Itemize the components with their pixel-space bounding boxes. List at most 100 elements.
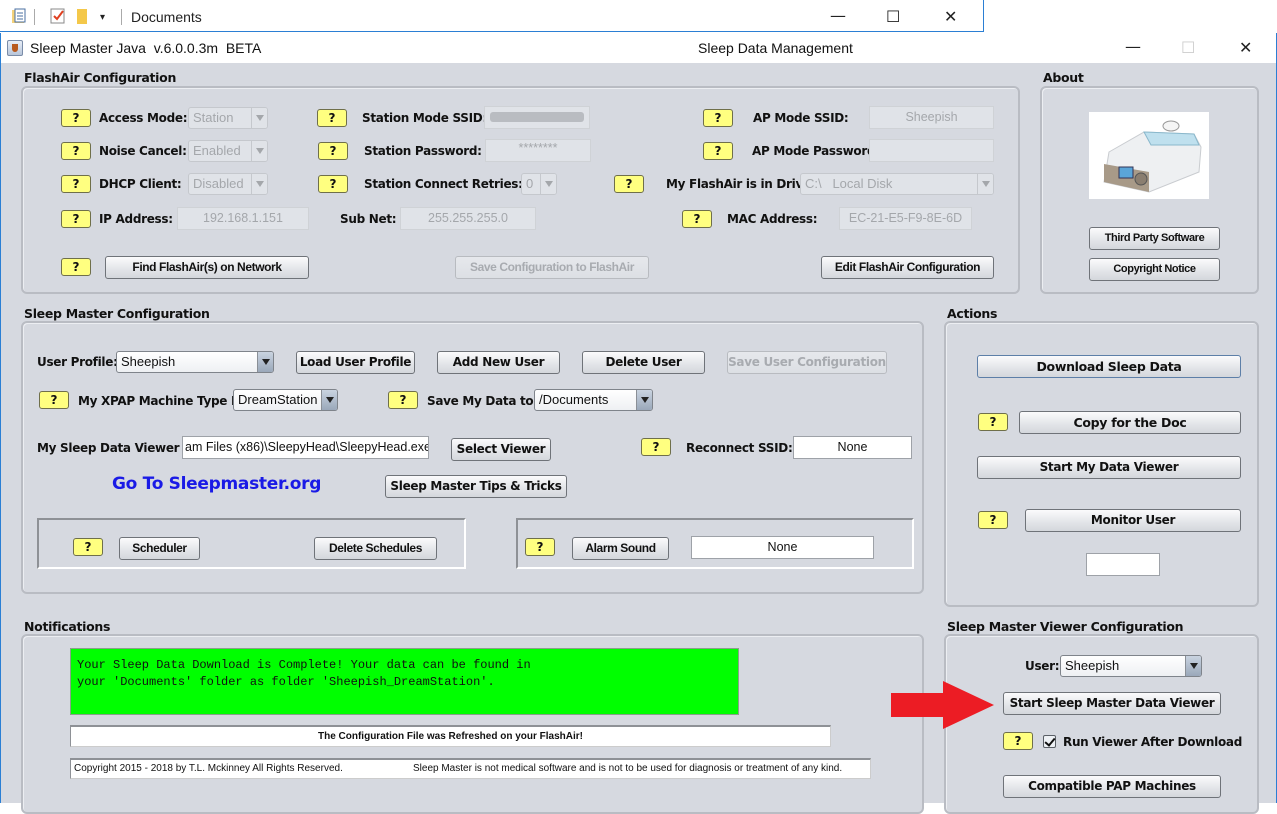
save-location-label: Save My Data to : — [427, 394, 542, 408]
save-location-help-button[interactable]: ? — [388, 391, 418, 409]
download-sleep-data-button[interactable]: Download Sleep Data — [977, 355, 1241, 378]
machine-type-value: DreamStation — [238, 392, 318, 407]
redacted-ssid — [490, 112, 584, 122]
run-viewer-after-download-checkbox[interactable] — [1043, 735, 1056, 748]
drive-value: C:\ Local Disk — [805, 176, 893, 191]
ap-password-field[interactable] — [869, 139, 994, 162]
flashair-section-title: FlashAir Configuration — [24, 70, 177, 85]
viewer-path-field[interactable]: am Files (x86)\SleepyHead\SleepyHead.exe — [182, 436, 429, 459]
dhcp-client-select[interactable]: Disabled — [188, 173, 268, 195]
copyright-notice-button[interactable]: Copyright Notice — [1089, 258, 1220, 281]
station-password-label: Station Password: — [364, 144, 482, 158]
monitor-user-button[interactable]: Monitor User — [1025, 509, 1241, 532]
explorer-window-titlebar: ▾ Documents — ☐ ✕ — [0, 0, 984, 32]
noise-cancel-select[interactable]: Enabled — [188, 140, 268, 162]
ap-password-label: AP Mode Password: — [752, 144, 880, 158]
third-party-software-button[interactable]: Third Party Software — [1089, 227, 1220, 250]
alarm-sound-button[interactable]: Alarm Sound — [572, 537, 669, 560]
drive-help-button[interactable]: ? — [614, 175, 644, 193]
scheduler-button[interactable]: Scheduler — [119, 537, 200, 560]
load-user-profile-button[interactable]: Load User Profile — [296, 351, 415, 374]
copy-for-doc-button[interactable]: Copy for the Doc — [1019, 411, 1241, 434]
alarm-help-button[interactable]: ? — [525, 538, 555, 556]
viewer-user-value: Sheepish — [1065, 658, 1120, 673]
copy-doc-help-button[interactable]: ? — [978, 413, 1008, 431]
save-flashair-config-button[interactable]: Save Configuration to FlashAir — [455, 256, 649, 279]
save-location-value: /Documents — [539, 392, 609, 407]
dhcp-client-value: Disabled — [193, 176, 244, 191]
properties-icon[interactable] — [11, 8, 27, 24]
save-user-configuration-button[interactable]: Save User Configuration — [727, 351, 887, 374]
app-title: Sleep Master Java v.6.0.0.3m BETA — [30, 40, 262, 56]
alarm-sound-field[interactable]: None — [691, 536, 874, 559]
user-profile-select[interactable]: Sheepish — [116, 351, 274, 373]
close-button[interactable]: ✕ — [1239, 40, 1252, 56]
explorer-minimize-button[interactable]: — — [830, 8, 846, 24]
maximize-button[interactable]: ☐ — [1181, 40, 1195, 56]
folder-icon[interactable] — [76, 8, 90, 24]
disclaimer-text: Sleep Master is not medical software and… — [413, 763, 843, 774]
about-section-title: About — [1043, 70, 1084, 85]
ap-ssid-help-button[interactable]: ? — [703, 109, 733, 127]
subnet-field[interactable]: 255.255.255.0 — [400, 207, 536, 230]
minimize-button[interactable]: — — [1125, 39, 1141, 55]
dhcp-help-button[interactable]: ? — [61, 175, 91, 193]
mac-help-button[interactable]: ? — [682, 210, 712, 228]
station-password-field[interactable]: ******** — [485, 139, 591, 162]
sleepmaster-website-link[interactable]: Go To Sleepmaster.org — [112, 474, 321, 494]
station-password-help-button[interactable]: ? — [318, 142, 348, 160]
start-sleep-master-viewer-button[interactable]: Start Sleep Master Data Viewer — [1003, 692, 1221, 715]
noise-cancel-label: Noise Cancel: — [99, 144, 187, 158]
monitor-user-field[interactable] — [1086, 553, 1160, 576]
footer-bar: Copyright 2015 - 2018 by T.L. Mckinney A… — [70, 758, 871, 779]
access-mode-help-button[interactable]: ? — [61, 109, 91, 127]
station-ssid-help-button[interactable]: ? — [317, 109, 347, 127]
find-flashair-button[interactable]: Find FlashAir(s) on Network — [105, 256, 309, 279]
run-after-download-help-button[interactable]: ? — [1003, 732, 1033, 750]
delete-user-button[interactable]: Delete User — [582, 351, 705, 374]
machine-type-help-button[interactable]: ? — [39, 391, 69, 409]
ip-address-help-button[interactable]: ? — [61, 210, 91, 228]
station-ssid-label: Station Mode SSID: — [362, 111, 487, 125]
noise-cancel-help-button[interactable]: ? — [61, 142, 91, 160]
status-message: The Configuration File was Refreshed on … — [70, 725, 831, 747]
chevron-down-icon — [251, 108, 267, 128]
toolbar-separator — [121, 9, 122, 25]
chevron-down-icon — [251, 141, 267, 161]
station-retries-label: Station Connect Retries: — [364, 177, 523, 191]
ip-address-field[interactable]: 192.168.1.151 — [177, 207, 309, 230]
explorer-title: Documents — [131, 9, 202, 25]
station-retries-help-button[interactable]: ? — [318, 175, 348, 193]
select-viewer-button[interactable]: Select Viewer — [451, 438, 551, 461]
edit-flashair-config-button[interactable]: Edit FlashAir Configuration — [821, 256, 994, 279]
ap-password-help-button[interactable]: ? — [703, 142, 733, 160]
add-new-user-button[interactable]: Add New User — [437, 351, 560, 374]
access-mode-select[interactable]: Station — [188, 107, 268, 129]
find-flashair-help-button[interactable]: ? — [61, 258, 91, 276]
viewer-user-select[interactable]: Sheepish — [1060, 655, 1202, 677]
checkmark-icon[interactable] — [50, 8, 66, 24]
reconnect-ssid-field[interactable]: None — [793, 436, 912, 459]
monitor-user-help-button[interactable]: ? — [978, 511, 1008, 529]
chevron-down-icon — [636, 390, 652, 410]
machine-type-select[interactable]: DreamStation — [233, 389, 338, 411]
start-my-data-viewer-button[interactable]: Start My Data Viewer — [977, 456, 1241, 479]
station-ssid-field[interactable] — [484, 106, 590, 129]
tips-and-tricks-button[interactable]: Sleep Master Tips & Tricks — [385, 475, 567, 498]
mac-address-field[interactable]: EC-21-E5-F9-8E-6D — [839, 207, 972, 230]
save-location-select[interactable]: /Documents — [534, 389, 653, 411]
compatible-pap-machines-button[interactable]: Compatible PAP Machines — [1003, 775, 1221, 798]
explorer-close-button[interactable]: ✕ — [944, 9, 957, 25]
drive-select[interactable]: C:\ Local Disk — [800, 173, 994, 195]
reconnect-ssid-help-button[interactable]: ? — [641, 438, 671, 456]
delete-schedules-button[interactable]: Delete Schedules — [314, 537, 437, 560]
scheduler-help-button[interactable]: ? — [73, 538, 103, 556]
station-retries-select[interactable]: 0 — [521, 173, 557, 195]
customize-dropdown-icon[interactable]: ▾ — [100, 10, 105, 26]
window-titlebar: Sleep Master Java v.6.0.0.3m BETA Sleep … — [1, 33, 1276, 63]
run-viewer-after-download-label: Run Viewer After Download — [1063, 735, 1243, 749]
explorer-maximize-button[interactable]: ☐ — [886, 9, 900, 25]
user-profile-label: User Profile: — [37, 355, 118, 369]
ap-ssid-field[interactable]: Sheepish — [869, 106, 994, 129]
station-retries-value: 0 — [526, 176, 534, 191]
